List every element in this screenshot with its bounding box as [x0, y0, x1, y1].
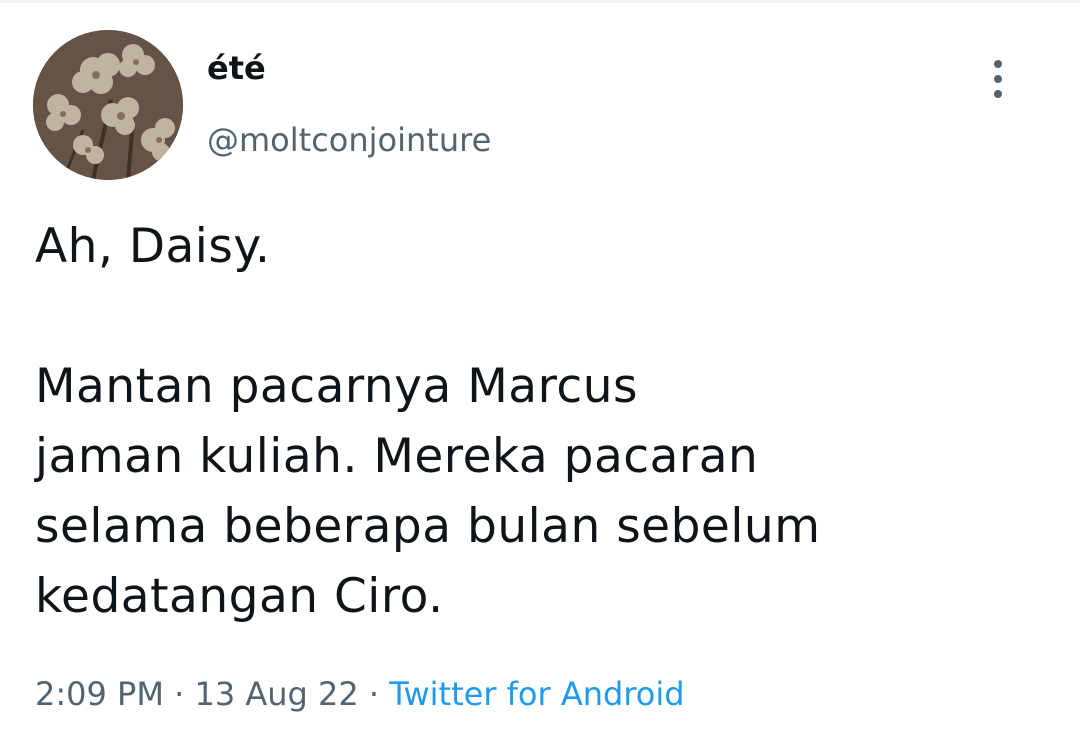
tweet-card: été @moltconjointure Ah, Daisy. Mantan p… — [0, 0, 1080, 734]
tweet-line: selama beberapa bulan sebelum — [35, 499, 821, 554]
user-handle[interactable]: @moltconjointure — [207, 119, 491, 161]
tweet-line: Mantan pacarnya Marcus — [35, 359, 638, 414]
tweet-text: Ah, Daisy. Mantan pacarnya Marcus jaman … — [35, 212, 1045, 632]
vertical-ellipsis-icon-dot — [994, 75, 1002, 83]
tweet-source-link[interactable]: Twitter for Android — [389, 675, 684, 713]
tweet-time[interactable]: 2:09 PM — [35, 675, 164, 713]
tweet-line: kedatangan Ciro. — [35, 569, 444, 624]
vertical-ellipsis-icon-dot — [994, 90, 1002, 98]
display-name[interactable]: été — [207, 48, 266, 88]
meta-separator: · — [174, 675, 185, 713]
tweet-line: Ah, Daisy. — [35, 219, 271, 274]
flower-avatar-image — [33, 30, 183, 180]
meta-separator: · — [368, 675, 380, 713]
vertical-ellipsis-icon — [994, 60, 1002, 68]
tweet-line: jaman kuliah. Mereka pacaran — [35, 429, 759, 484]
tweet-metadata: 2:09 PM · 13 Aug 22 · Twitter for Androi… — [35, 672, 685, 716]
tweet-date[interactable]: 13 Aug 22 — [194, 675, 358, 713]
avatar[interactable] — [33, 30, 183, 180]
more-options-button[interactable] — [976, 52, 1020, 106]
